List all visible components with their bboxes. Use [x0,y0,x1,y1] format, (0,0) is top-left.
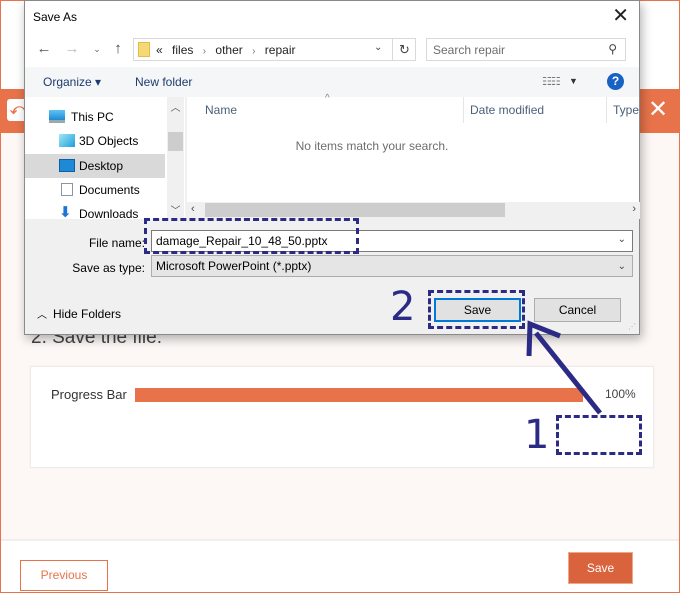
search-box: ⚲ [426,38,626,61]
up-arrow-icon[interactable]: ↑ [109,39,127,59]
downloads-icon: ⬇ [59,204,72,219]
empty-results-message: No items match your search. [295,139,449,153]
dialog-title: Save As [33,10,78,24]
column-header-type[interactable]: Type [606,97,646,123]
breadcrumb-separator-icon: › [252,46,256,57]
dialog-titlebar: Save As ✕ [25,1,639,33]
forward-arrow-icon[interactable]: → [63,39,81,59]
organize-menu[interactable]: Organize ▾ [43,75,101,89]
3d-objects-icon [59,134,75,147]
file-name-label: File name: [88,236,145,250]
column-header-name[interactable]: Name [205,97,460,123]
save-as-type-label: Save as type: [72,261,145,275]
help-icon[interactable]: ? [607,73,624,90]
nav-item-this-pc[interactable]: This PC [25,105,165,129]
save-as-dialog: Save As ✕ ← → ⌄ ↑ « files › other › repa… [24,0,640,335]
navigation-pane: This PC 3D Objects Desktop Documents ⬇ D… [25,97,185,219]
progress-bar-fill [135,388,583,402]
chevron-up-icon: ︿ [37,310,47,321]
progress-card: Progress Bar 100% Save [30,366,654,584]
back-arrow-icon[interactable]: ← [35,39,53,59]
desktop-icon [59,159,75,172]
breadcrumb-item-files[interactable]: files [172,43,193,57]
save-as-type-chevron-icon: ⌄ [617,261,626,272]
app-close-button[interactable]: ✕ [645,97,671,123]
navigation-bar: ← → ⌄ ↑ « files › other › repair ⌄ ↻ ⚲ [25,33,639,67]
recent-locations-chevron-icon[interactable]: ⌄ [88,39,106,59]
computer-icon [49,110,65,123]
nav-item-downloads[interactable]: ⬇ Downloads [25,202,165,219]
file-list: ^ Name Date modified Type No items match… [186,93,640,219]
command-bar: Organize ▾ New folder ☷☷ ▼ ? [25,67,639,97]
nav-item-documents[interactable]: Documents [25,178,165,202]
previous-button[interactable]: Previous [20,560,108,591]
dialog-save-button[interactable]: Save [434,298,521,322]
scrollbar-thumb[interactable] [168,132,183,151]
nav-item-label: This PC [71,110,114,124]
breadcrumb-separator-icon: › [202,46,207,57]
nav-item-label: Desktop [79,159,124,173]
breadcrumb-item-other[interactable]: other [215,43,242,57]
footer-divider [1,539,679,541]
address-bar[interactable]: « files › other › repair ⌄ ↻ [133,38,416,61]
view-options-icon[interactable]: ☷☷ [542,75,561,88]
scroll-left-icon[interactable]: ‹ [191,203,195,215]
file-name-combobox: ⌄ [151,230,633,252]
progress-label: Progress Bar [51,387,127,402]
hide-folders-label: Hide Folders [53,307,122,321]
resize-grip-icon[interactable]: ⋰ [628,322,636,331]
search-icon[interactable]: ⚲ [608,42,617,56]
nav-item-label: Downloads [79,207,139,219]
dialog-cancel-button[interactable]: Cancel [534,298,621,322]
scroll-right-icon[interactable]: › [632,203,636,215]
breadcrumb-item-repair[interactable]: repair [265,43,296,57]
scroll-up-icon[interactable]: ︿ [167,99,184,114]
file-name-dropdown-chevron-icon[interactable]: ⌄ [618,234,626,245]
nav-item-3d-objects[interactable]: 3D Objects [25,129,165,153]
view-dropdown-icon[interactable]: ▼ [569,76,578,86]
app-save-button[interactable]: Save [568,552,633,584]
address-dropdown-chevron-icon[interactable]: ⌄ [374,42,382,53]
scroll-down-icon[interactable]: ﹀ [167,202,184,217]
refresh-icon[interactable]: ↻ [392,39,416,60]
breadcrumb-overflow[interactable]: « [156,43,163,57]
new-folder-button[interactable]: New folder [135,75,192,89]
save-as-type-value: Microsoft PowerPoint (*.pptx) [156,259,312,273]
search-input[interactable] [427,39,602,60]
column-header-date-modified[interactable]: Date modified [463,97,605,123]
folder-icon [138,42,150,57]
nav-item-label: Documents [79,183,140,197]
hide-folders-button[interactable]: ︿ Hide Folders [37,306,121,321]
progress-bar [135,388,583,402]
documents-icon [61,183,73,196]
save-as-type-select[interactable]: Microsoft PowerPoint (*.pptx) ⌄ [151,255,633,277]
navigation-pane-scrollbar[interactable]: ︿ ﹀ [167,97,184,219]
progress-percent: 100% [605,387,636,401]
scrollbar-thumb[interactable] [205,203,505,217]
file-name-input[interactable] [152,231,612,251]
nav-item-label: 3D Objects [79,134,139,148]
file-list-horizontal-scrollbar[interactable]: ‹ › [187,202,640,219]
dialog-close-button[interactable]: ✕ [612,5,629,27]
nav-item-desktop[interactable]: Desktop [25,154,165,178]
breadcrumb: « files › other › repair [156,43,295,57]
